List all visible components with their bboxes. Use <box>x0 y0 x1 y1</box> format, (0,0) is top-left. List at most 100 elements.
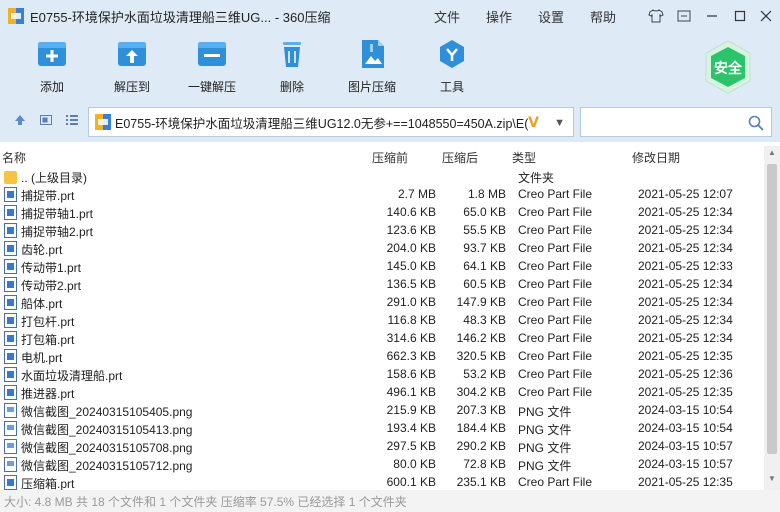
path-text[interactable]: E0755-环境保护水面垃圾清理船三维UG12.0无参+==1048550=45… <box>115 113 535 132</box>
file-size: 2.7 MB <box>397 187 436 201</box>
menu-operate-label[interactable]: 操作 <box>486 7 512 26</box>
file-type: 文件夹 <box>518 171 555 185</box>
file-name: 推进器.prt <box>21 387 75 401</box>
path-field[interactable]: E0755-环境保护水面垃圾清理船三维UG12.0无参+==1048550=45… <box>88 107 574 137</box>
part-file-icon <box>4 277 17 292</box>
column-type[interactable]: 类型 <box>512 149 536 166</box>
file-type: Creo Part File <box>518 385 593 399</box>
table-row[interactable]: 压缩箱.prt 600.1 KB 235.1 KB Creo Part File 202… <box>0 474 764 490</box>
file-list: .. (上级目录) 文件夹 捕捉带.prt 2.7 MB 1.8 MB Creo Part… <box>0 168 764 490</box>
file-type: Creo Part File <box>518 277 593 291</box>
file-packed-size: 93.7 KB <box>463 241 506 255</box>
part-file-icon <box>4 295 17 310</box>
table-row[interactable]: 捕捉带.prt 2.7 MB 1.8 MB Creo Part File 2021-05… <box>0 186 764 204</box>
scrollbar-thumb[interactable] <box>767 164 777 454</box>
menu-file[interactable]: 文件 <box>434 7 460 26</box>
file-type: Creo Part File <box>518 187 593 201</box>
table-row[interactable]: 微信截图_20240315105708.png 297.5 KB 290.2 KB P… <box>0 438 764 456</box>
file-date: 2021-05-25 12:34 <box>638 331 733 345</box>
table-row[interactable]: 捕捉带轴1.prt 140.6 KB 65.0 KB Creo Part File 20… <box>0 204 764 222</box>
dropdown-arrow-icon[interactable]: ▼ <box>554 117 565 129</box>
file-type: Creo Part File <box>518 349 593 363</box>
table-row[interactable]: 推进器.prt 496.1 KB 304.2 KB Creo Part File 202… <box>0 384 764 402</box>
file-size: 291.0 KB <box>386 295 436 309</box>
tools-button[interactable]: 工具 <box>412 38 492 95</box>
file-packed-size: 1.8 MB <box>467 187 506 201</box>
menu-operate[interactable]: 操作 <box>486 7 512 26</box>
tools-label: 工具 <box>439 80 464 94</box>
security-shield[interactable]: 安全 <box>702 39 754 95</box>
view-icon-button[interactable] <box>38 113 54 129</box>
file-name: 打包箱.prt <box>21 333 75 347</box>
scroll-up-icon[interactable]: ▲ <box>764 148 780 162</box>
skin-icon[interactable] <box>646 6 666 26</box>
table-row[interactable]: 打包箱.prt 314.6 KB 146.2 KB Creo Part File 202… <box>0 330 764 348</box>
file-name: 压缩箱.prt <box>21 477 75 490</box>
part-file-icon <box>4 313 17 328</box>
file-size: 600.1 KB <box>386 475 436 489</box>
file-type: PNG 文件 <box>518 441 572 455</box>
table-row[interactable]: 电机.prt 662.3 KB 320.5 KB Creo Part File 2021… <box>0 348 764 366</box>
up-arrow-icon[interactable] <box>12 113 28 129</box>
search-input[interactable] <box>580 107 772 137</box>
file-type: Creo Part File <box>518 295 593 309</box>
file-packed-size: 207.3 KB <box>456 403 506 417</box>
column-compressed[interactable]: 压缩后 <box>442 149 478 166</box>
file-date: 2021-05-25 12:07 <box>638 187 733 201</box>
scroll-down-icon[interactable]: ▼ <box>764 474 780 488</box>
file-name: 水面垃圾清理船.prt <box>21 369 123 383</box>
file-date: 2021-05-25 12:34 <box>638 223 733 237</box>
part-file-icon <box>4 223 17 238</box>
table-row[interactable]: 传动带2.prt 136.5 KB 60.5 KB Creo Part File 202… <box>0 276 764 294</box>
file-type: Creo Part File <box>518 205 593 219</box>
maximize-button[interactable] <box>730 6 750 26</box>
minimize-button[interactable] <box>702 6 722 26</box>
file-size: 496.1 KB <box>386 385 436 399</box>
vertical-scrollbar[interactable]: ▲ ▼ <box>764 146 780 490</box>
menu-file-label[interactable]: 文件 <box>434 7 460 26</box>
menu-settings[interactable]: 设置 <box>538 7 564 26</box>
table-row[interactable]: 传动带1.prt 145.0 KB 64.1 KB Creo Part File 202… <box>0 258 764 276</box>
table-row[interactable]: 微信截图_20240315105413.png 193.4 KB 184.4 KB P… <box>0 420 764 438</box>
delete-button[interactable]: 删除 <box>252 38 332 95</box>
list-view-icon[interactable] <box>64 113 80 129</box>
file-name: 电机.prt <box>21 351 63 365</box>
table-row[interactable]: 微信截图_20240315105405.png 215.9 KB 207.3 KB P… <box>0 402 764 420</box>
file-date: 2021-05-25 12:33 <box>638 259 733 273</box>
add-button[interactable]: 添加 <box>12 38 92 95</box>
file-packed-size: 48.3 KB <box>463 313 506 327</box>
file-date: 2024-03-15 10:54 <box>638 403 733 417</box>
file-name: 传动带1.prt <box>21 261 82 275</box>
image-compress-button[interactable]: 图片压缩 <box>332 38 412 95</box>
search-icon[interactable] <box>747 114 765 132</box>
table-row[interactable]: 水面垃圾清理船.prt 158.6 KB 53.2 KB Creo Part File… <box>0 366 764 384</box>
table-row[interactable]: 船体.prt 291.0 KB 147.9 KB Creo Part File 2021… <box>0 294 764 312</box>
one-click-extract-button[interactable]: 一键解压 <box>172 38 252 95</box>
table-row[interactable]: 打包杆.prt 116.8 KB 48.3 KB Creo Part File 2021… <box>0 312 764 330</box>
image-compress-icon <box>356 38 388 70</box>
menu-settings-label[interactable]: 设置 <box>538 7 564 26</box>
menu-help-label[interactable]: 帮助 <box>590 7 616 26</box>
file-name: 微信截图_20240315105405.png <box>21 405 193 419</box>
column-name[interactable]: 名称 <box>2 149 26 166</box>
table-row[interactable]: 微信截图_20240315105712.png 80.0 KB 72.8 KB PNG… <box>0 456 764 474</box>
file-size: 297.5 KB <box>386 439 436 453</box>
chevron-icon: ᐯ <box>528 114 539 130</box>
table-row[interactable]: .. (上级目录) 文件夹 <box>0 168 764 186</box>
file-packed-size: 304.2 KB <box>456 385 506 399</box>
table-row[interactable]: 捕捉带轴2.prt 123.6 KB 55.5 KB Creo Part File 20… <box>0 222 764 240</box>
feedback-icon[interactable] <box>674 6 694 26</box>
file-type: Creo Part File <box>518 313 593 327</box>
file-name: 微信截图_20240315105708.png <box>21 441 193 455</box>
app-logo-icon <box>8 8 24 24</box>
file-date: 2024-03-15 10:54 <box>638 421 733 435</box>
extract-to-button[interactable]: 解压到 <box>92 38 172 95</box>
close-button[interactable] <box>756 6 776 26</box>
menu-help[interactable]: 帮助 <box>590 7 616 26</box>
file-packed-size: 290.2 KB <box>456 439 506 453</box>
table-row[interactable]: 齿轮.prt 204.0 KB 93.7 KB Creo Part File 2021-… <box>0 240 764 258</box>
column-packed[interactable]: 压缩前 <box>372 149 408 166</box>
file-date: 2021-05-25 12:34 <box>638 277 733 291</box>
column-modified[interactable]: 修改日期 <box>632 149 680 166</box>
add-icon <box>36 38 68 70</box>
